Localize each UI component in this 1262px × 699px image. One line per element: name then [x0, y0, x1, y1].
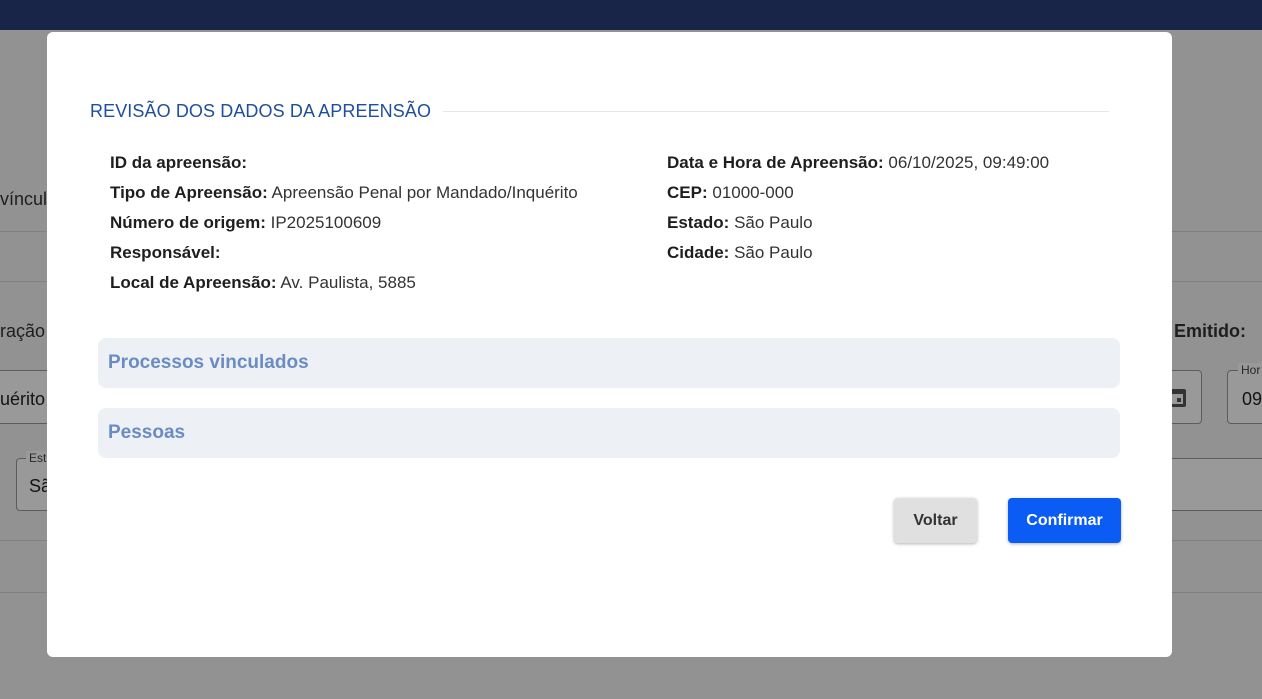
field-label: ID da apreensão:: [110, 153, 247, 172]
field-value: 06/10/2025, 09:49:00: [888, 153, 1050, 172]
review-dialog: REVISÃO DOS DADOS DA APREENSÃO ID da apr…: [47, 32, 1172, 657]
field-value: IP2025100609: [270, 213, 382, 232]
details-left-column: ID da apreensão: Tipo de Apreensão: Apre…: [110, 151, 578, 301]
details-right-column: Data e Hora de Apreensão: 06/10/2025, 09…: [667, 151, 1049, 271]
field-cep: CEP: 01000-000: [667, 181, 1049, 211]
accordion-linked-processes[interactable]: Processos vinculados: [98, 338, 1120, 388]
field-value: 01000-000: [712, 183, 794, 202]
field-label: Estado:: [667, 213, 730, 232]
field-label: Local de Apreensão:: [110, 273, 277, 292]
confirm-button[interactable]: Confirmar: [1008, 498, 1121, 543]
field-label: Número de origem:: [110, 213, 266, 232]
field-value: São Paulo: [734, 213, 813, 232]
field-label: CEP:: [667, 183, 708, 202]
field-value: Av. Paulista, 5885: [280, 273, 416, 292]
field-label: Tipo de Apreensão:: [110, 183, 268, 202]
accordion-label: Processos vinculados: [108, 352, 309, 373]
field-seizure-datetime: Data e Hora de Apreensão: 06/10/2025, 09…: [667, 151, 1049, 181]
field-label: Data e Hora de Apreensão:: [667, 153, 884, 172]
field-value: São Paulo: [734, 243, 813, 262]
field-seizure-type: Tipo de Apreensão: Apreensão Penal por M…: [110, 181, 578, 211]
section-title: REVISÃO DOS DADOS DA APREENSÃO: [90, 101, 432, 121]
field-responsible: Responsável:: [110, 241, 578, 271]
field-seizure-location: Local de Apreensão: Av. Paulista, 5885: [110, 271, 578, 301]
field-value: Apreensão Penal por Mandado/Inquérito: [271, 183, 578, 202]
field-label: Responsável:: [110, 243, 221, 262]
field-state: Estado: São Paulo: [667, 211, 1049, 241]
back-button[interactable]: Voltar: [894, 498, 977, 543]
field-seizure-id: ID da apreensão:: [110, 151, 578, 181]
field-city: Cidade: São Paulo: [667, 241, 1049, 271]
section-divider: [443, 111, 1109, 112]
accordion-people[interactable]: Pessoas: [98, 408, 1120, 458]
accordion-label: Pessoas: [108, 422, 186, 443]
field-label: Cidade:: [667, 243, 730, 262]
field-origin-number: Número de origem: IP2025100609: [110, 211, 578, 241]
